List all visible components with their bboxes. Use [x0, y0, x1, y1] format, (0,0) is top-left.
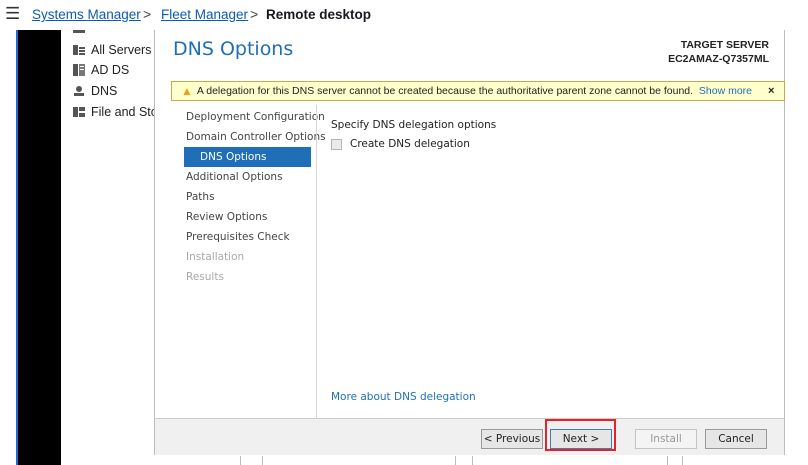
step-paths[interactable]: Paths — [186, 187, 316, 207]
more-about-dns-delegation-link[interactable]: More about DNS delegation — [331, 391, 476, 403]
close-icon[interactable]: × — [768, 85, 774, 97]
steps-divider — [316, 105, 317, 418]
create-dns-delegation-option[interactable]: Create DNS delegation — [331, 138, 470, 150]
target-server-label: TARGET SERVER — [680, 39, 769, 51]
nav-item-label: All Servers — [91, 43, 152, 57]
breadcrumb-separator-icon: > — [143, 6, 152, 22]
warning-text: A delegation for this DNS server cannot … — [196, 85, 692, 97]
divider — [455, 456, 456, 465]
file-storage-icon — [73, 106, 85, 118]
scroll-remnant-icon — [73, 30, 85, 33]
server-manager-nav: All Servers AD DS DNS File and Sto — [61, 30, 158, 465]
dns-icon — [73, 85, 85, 97]
wizard-steps: Deployment Configuration Domain Controll… — [184, 107, 326, 287]
nav-item-dns[interactable]: DNS — [73, 84, 117, 98]
step-dns-options[interactable]: DNS Options — [184, 147, 311, 167]
warning-banner: ▲ A delegation for this DNS server canno… — [171, 81, 785, 101]
step-review-options[interactable]: Review Options — [186, 207, 316, 227]
install-button: Install — [635, 429, 697, 449]
step-results: Results — [186, 271, 224, 283]
checkbox-label[interactable]: Create DNS delegation — [350, 138, 470, 150]
remote-desktop-border — [16, 30, 18, 465]
cancel-button[interactable]: Cancel — [705, 429, 767, 449]
ad-ds-icon — [73, 64, 85, 76]
divider — [667, 456, 668, 465]
breadcrumb-fleet-manager[interactable]: Fleet Manager — [161, 7, 248, 22]
nav-item-label: File and Sto — [91, 105, 158, 119]
divider — [682, 456, 683, 465]
remote-desktop-left-panel — [16, 30, 61, 465]
content-heading: Specify DNS delegation options — [331, 119, 497, 131]
target-server-name: EC2AMAZ-Q7357ML — [668, 53, 769, 65]
servers-icon — [73, 44, 85, 56]
wizard-footer: < Previous Next > Install Cancel — [155, 418, 784, 455]
target-server-info: TARGET SERVER EC2AMAZ-Q7357ML — [668, 38, 769, 66]
create-dns-delegation-checkbox[interactable] — [331, 138, 342, 150]
warning-icon: ▲ — [181, 84, 193, 98]
divider — [262, 456, 263, 465]
step-additional-options[interactable]: Additional Options — [186, 167, 316, 187]
hamburger-icon[interactable]: ☰ — [5, 4, 20, 24]
show-more-link[interactable]: Show more — [699, 85, 752, 97]
breadcrumb-separator-icon: > — [250, 6, 259, 22]
step-deployment-configuration[interactable]: Deployment Configuration — [186, 107, 325, 127]
nav-item-label: DNS — [91, 84, 118, 98]
nav-item-label: AD DS — [91, 63, 130, 77]
next-button-highlight — [545, 419, 616, 451]
step-prerequisites-check[interactable]: Prerequisites Check — [186, 227, 316, 247]
nav-item-file-storage[interactable]: File and Sto — [73, 105, 158, 119]
top-bar: ☰ Systems Manager > Fleet Manager > Remo… — [0, 0, 808, 30]
step-installation: Installation — [186, 251, 245, 263]
previous-button[interactable]: < Previous — [481, 429, 543, 449]
breadcrumb-systems-manager[interactable]: Systems Manager — [32, 7, 141, 22]
ad-ds-configuration-wizard: DNS Options TARGET SERVER EC2AMAZ-Q7357M… — [154, 30, 785, 455]
step-domain-controller-options[interactable]: Domain Controller Options — [186, 127, 326, 147]
nav-item-ad-ds[interactable]: AD DS — [73, 63, 129, 77]
breadcrumb-current-page: Remote desktop — [266, 7, 372, 22]
divider — [472, 456, 473, 465]
nav-item-all-servers[interactable]: All Servers — [73, 43, 151, 57]
divider — [240, 456, 241, 465]
page-title: DNS Options — [173, 38, 294, 60]
